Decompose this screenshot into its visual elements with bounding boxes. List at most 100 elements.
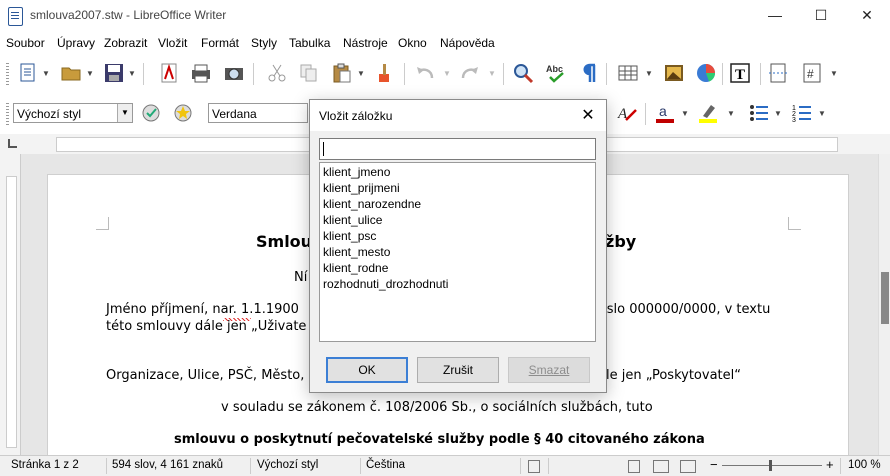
export-pdf-icon[interactable] <box>158 62 180 84</box>
new-document-icon[interactable] <box>17 62 39 84</box>
open-folder-icon[interactable] <box>60 62 82 84</box>
insert-chart-icon[interactable] <box>695 62 717 84</box>
bookmark-item[interactable]: klient_prijmeni <box>323 181 400 195</box>
page-count-status[interactable]: Stránka 1 z 2 <box>11 459 79 471</box>
status-bar: Stránka 1 z 2 594 slov, 4 161 znaků Vých… <box>0 455 890 476</box>
book-view-icon[interactable] <box>680 460 696 473</box>
bookmark-item[interactable]: klient_narozendne <box>323 197 421 211</box>
minimize-button[interactable]: — <box>752 0 798 31</box>
toolbar-grip[interactable] <box>6 63 9 85</box>
menu-format[interactable]: Formát <box>201 36 239 50</box>
find-replace-icon[interactable] <box>512 62 534 84</box>
delete-button[interactable]: Smazat <box>508 357 590 383</box>
page-style-status[interactable]: Výchozí styl <box>257 459 318 471</box>
bookmark-item[interactable]: klient_psc <box>323 229 376 243</box>
zoom-in-icon[interactable]: + <box>826 457 834 472</box>
zoom-out-icon[interactable]: − <box>710 457 718 472</box>
menu-zobrazit[interactable]: Zobrazit <box>104 36 147 50</box>
menu-nastroje[interactable]: Nástroje <box>343 36 388 50</box>
single-page-view-icon[interactable] <box>628 460 640 473</box>
bookmark-item[interactable]: rozhodnuti_drozhodnuti <box>323 277 448 291</box>
chevron-down-icon[interactable]: ▼ <box>774 109 782 118</box>
menu-bar: Soubor Úpravy Zobrazit Vložit Formát Sty… <box>0 31 890 54</box>
scrollbar-thumb[interactable] <box>881 272 889 324</box>
language-status[interactable]: Čeština <box>366 459 405 471</box>
insert-field-icon[interactable]: # <box>801 62 823 84</box>
chevron-down-icon[interactable]: ▼ <box>128 69 136 78</box>
vertical-scrollbar[interactable] <box>878 154 890 455</box>
chevron-down-icon[interactable]: ▼ <box>42 69 50 78</box>
chevron-down-icon[interactable]: ▼ <box>830 69 838 78</box>
copy-icon[interactable] <box>298 62 320 84</box>
menu-napoveda[interactable]: Nápověda <box>440 36 495 50</box>
dialog-close-icon[interactable]: ✕ <box>576 104 600 128</box>
toolbar-grip[interactable] <box>6 103 9 125</box>
chevron-down-icon[interactable]: ▼ <box>818 109 826 118</box>
zoom-slider-track[interactable] <box>722 465 822 466</box>
separator <box>360 458 361 474</box>
svg-text:#: # <box>807 67 814 81</box>
insert-table-icon[interactable] <box>617 62 639 84</box>
insert-image-icon[interactable] <box>663 62 685 84</box>
font-color-icon[interactable]: a <box>654 102 676 124</box>
chevron-down-icon[interactable]: ▼ <box>681 109 689 118</box>
menu-upravy[interactable]: Úpravy <box>57 36 95 50</box>
dialog-title-bar[interactable]: Vložit záložku ✕ <box>310 100 606 131</box>
zoom-level-status[interactable]: 100 % <box>848 459 881 471</box>
zoom-slider-handle[interactable] <box>769 460 772 471</box>
chevron-down-icon[interactable]: ▼ <box>727 109 735 118</box>
spelling-icon[interactable]: Abc <box>545 62 567 84</box>
ordered-list-icon[interactable]: 123 <box>791 102 813 124</box>
svg-text:3: 3 <box>792 117 796 124</box>
maximize-button[interactable]: ☐ <box>798 0 844 31</box>
menu-styly[interactable]: Styly <box>251 36 277 50</box>
clear-formatting-icon[interactable]: A <box>616 102 638 124</box>
print-preview-icon[interactable] <box>223 62 245 84</box>
cut-icon[interactable] <box>266 62 288 84</box>
doc-paragraph-4: smlouvu o poskytnutí pečovatelské služby… <box>174 432 705 447</box>
print-icon[interactable] <box>190 62 212 84</box>
highlighting-icon[interactable] <box>697 102 719 124</box>
bookmark-item[interactable]: klient_mesto <box>323 245 390 259</box>
doc-paragraph-2-right: ále jen „Poskytovatel“ <box>598 368 741 383</box>
menu-vlozit[interactable]: Vložit <box>158 36 187 50</box>
chevron-down-icon[interactable]: ▼ <box>86 69 94 78</box>
new-style-icon[interactable] <box>172 102 194 124</box>
bookmark-item[interactable]: klient_jmeno <box>323 165 390 179</box>
chevron-down-icon[interactable]: ▼ <box>645 69 653 78</box>
redo-icon[interactable] <box>459 62 481 84</box>
menu-okno[interactable]: Okno <box>398 36 427 50</box>
menu-soubor[interactable]: Soubor <box>6 36 45 50</box>
word-count-status[interactable]: 594 slov, 4 161 znaků <box>112 459 223 471</box>
bookmark-name-input[interactable] <box>319 138 596 160</box>
chevron-down-icon[interactable]: ▼ <box>357 69 365 78</box>
paragraph-style-combo[interactable]: Výchozí styl ▼ <box>13 103 133 123</box>
insert-bookmark-dialog: Vložit záložku ✕ klient_jmeno klient_pri… <box>309 99 607 393</box>
bookmark-item[interactable]: klient_rodne <box>323 261 388 275</box>
vertical-ruler-bar <box>6 176 17 448</box>
separator <box>606 63 607 85</box>
formatting-marks-icon[interactable] <box>578 62 600 84</box>
bookmark-item[interactable]: klient_ulice <box>323 213 382 227</box>
bookmark-list[interactable]: klient_jmeno klient_prijmeni klient_naro… <box>319 162 596 342</box>
insert-text-box-icon[interactable]: T <box>729 62 751 84</box>
insert-page-break-icon[interactable] <box>767 62 789 84</box>
chevron-down-icon[interactable]: ▼ <box>117 104 132 122</box>
chevron-down-icon[interactable]: ▼ <box>443 69 451 78</box>
close-window-button[interactable]: ✕ <box>844 0 890 31</box>
unordered-list-icon[interactable] <box>748 102 770 124</box>
ok-button[interactable]: OK <box>326 357 408 383</box>
update-style-icon[interactable] <box>140 102 162 124</box>
tab-stop-icon[interactable] <box>8 139 17 148</box>
menu-tabulka[interactable]: Tabulka <box>289 36 330 50</box>
save-icon[interactable] <box>103 62 125 84</box>
vertical-ruler[interactable] <box>0 154 21 455</box>
clone-formatting-icon[interactable] <box>375 62 397 84</box>
title-bar: smlouva2007.stw - LibreOffice Writer — ☐… <box>0 0 890 31</box>
chevron-down-icon[interactable]: ▼ <box>488 69 496 78</box>
cancel-button[interactable]: Zrušit <box>417 357 499 383</box>
font-name-combo[interactable]: Verdana <box>208 103 308 123</box>
paste-icon[interactable] <box>331 62 353 84</box>
multi-page-view-icon[interactable] <box>653 460 669 473</box>
undo-icon[interactable] <box>414 62 436 84</box>
